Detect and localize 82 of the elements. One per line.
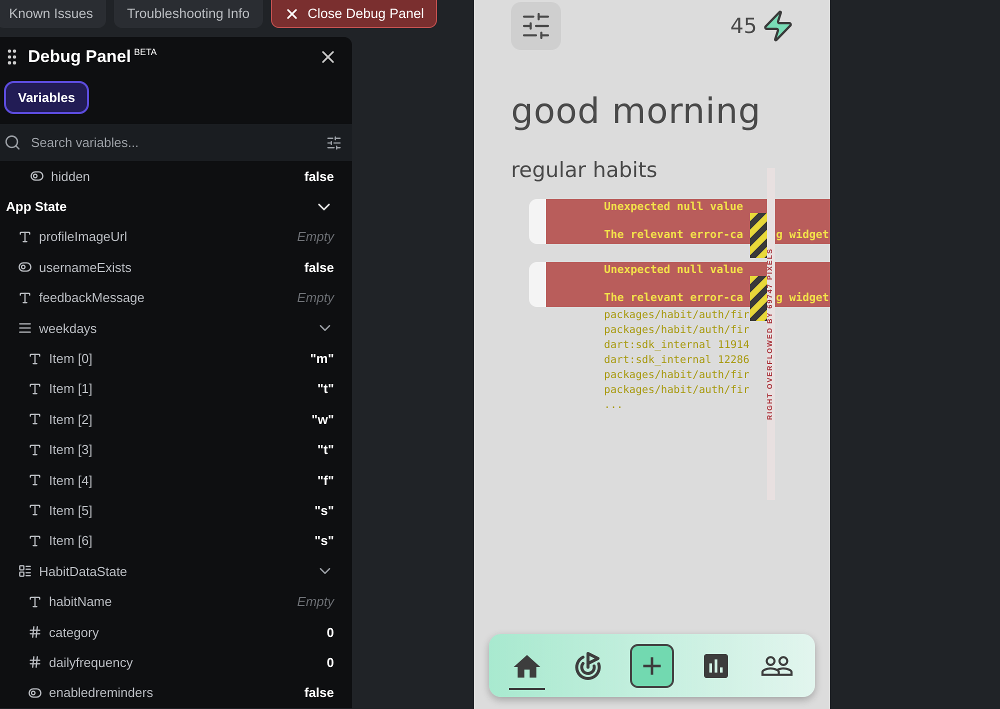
variable-name: HabitDataState [39, 564, 128, 579]
variable-value: "w" [312, 412, 334, 427]
warning-stripe [750, 276, 768, 321]
variable-value: Empty [297, 290, 334, 306]
error-text: g widget [776, 228, 829, 241]
variable-name: Item [2] [49, 412, 94, 427]
close-panel-button[interactable]: Close Debug Panel [270, 0, 437, 28]
hash-icon [28, 625, 42, 640]
struct-icon [18, 564, 32, 578]
variable-name: category [49, 624, 100, 640]
variable-value: 0 [326, 654, 334, 670]
stack-trace-line: dart:sdk_internal 11914 [604, 338, 750, 353]
group-title: App State [6, 199, 68, 214]
variable-name: enabledreminders [49, 685, 154, 700]
variable-name: dailyfrequency [49, 654, 134, 670]
settings-button[interactable] [511, 2, 561, 50]
error-text: The relevant error-ca [604, 228, 744, 241]
toggle-icon [18, 260, 32, 274]
search-icon [4, 134, 21, 151]
text-type-icon [28, 442, 42, 457]
stack-trace-line: packages/habit/auth/fir [604, 323, 750, 338]
greeting: good morning [511, 92, 762, 132]
variable-name: Item [6] [49, 533, 94, 548]
text-type-icon [18, 230, 32, 244]
filter-icon[interactable] [326, 134, 342, 150]
toggle-icon [28, 686, 42, 700]
variable-value: "t" [317, 442, 334, 458]
toggle-icon [30, 169, 44, 184]
text-type-icon [28, 503, 42, 518]
variable-name: hidden [51, 168, 92, 184]
nav-item[interactable] [630, 644, 674, 688]
search-field[interactable]: Search variables... [29, 134, 318, 151]
variable-value: false [304, 685, 334, 700]
variable-name: usernameExists [39, 260, 132, 275]
points-count: 45 [730, 14, 757, 38]
variable-value: false [304, 168, 334, 184]
variable-name: Item [0] [49, 351, 94, 366]
variable-value: "s" [314, 502, 334, 518]
top-tab[interactable]: Known Issues [0, 0, 106, 28]
list-icon [18, 321, 32, 336]
error-text: The relevant error-ca [604, 291, 744, 304]
variable-name: Item [4] [49, 472, 94, 488]
text-type-icon [28, 473, 42, 488]
stack-trace-line: packages/habit/auth/fir [604, 368, 750, 383]
variable-value: Empty [297, 229, 334, 244]
variable-name: habitName [49, 594, 113, 610]
warning-stripe [750, 213, 768, 258]
variable-name: Item [1] [49, 381, 94, 396]
variables-tab[interactable]: Variables [4, 81, 90, 114]
variable-value: "s" [314, 533, 334, 548]
variable-value: "f" [317, 472, 334, 488]
variable-name: feedbackMessage [39, 290, 146, 306]
target-icon [572, 650, 603, 680]
text-type-icon [28, 412, 42, 426]
error-text: g widget [776, 291, 829, 304]
section-title: regular habits [511, 158, 658, 182]
variable-name: profileImageUrl [39, 229, 128, 244]
variable-value: 0 [326, 624, 334, 640]
top-tab[interactable]: Troubleshooting Info [114, 0, 263, 28]
stack-trace-line: packages/habit/auth/fir [604, 308, 750, 323]
search-field[interactable]: Search variables... [0, 124, 352, 161]
sliders-icon [520, 10, 552, 42]
error-text: Unexpected null value [604, 200, 744, 213]
text-type-icon [28, 352, 42, 366]
error-text: Unexpected null value [604, 263, 744, 276]
stack-trace-line: packages/habit/auth/fir [604, 383, 750, 398]
variable-value: false [304, 260, 334, 275]
lightning-icon [761, 9, 795, 43]
stack-trace-line: dart:sdk_internal 12286 [604, 353, 750, 368]
panel-title: Debug Panel $^{BETA}$ [28, 47, 158, 67]
stack-trace-line: ... [604, 398, 623, 413]
text-type-icon [18, 290, 32, 305]
variable-name: Item [3] [49, 442, 94, 458]
variable-value: "t" [317, 381, 334, 396]
text-type-icon [28, 382, 42, 396]
variable-value: "m" [310, 351, 334, 366]
variable-name: Item [5] [49, 502, 94, 518]
text-type-icon [28, 594, 42, 609]
variable-value: Empty [297, 594, 334, 610]
text-type-icon [28, 534, 42, 548]
hash-icon [28, 655, 42, 670]
variable-name: weekdays [39, 320, 98, 336]
